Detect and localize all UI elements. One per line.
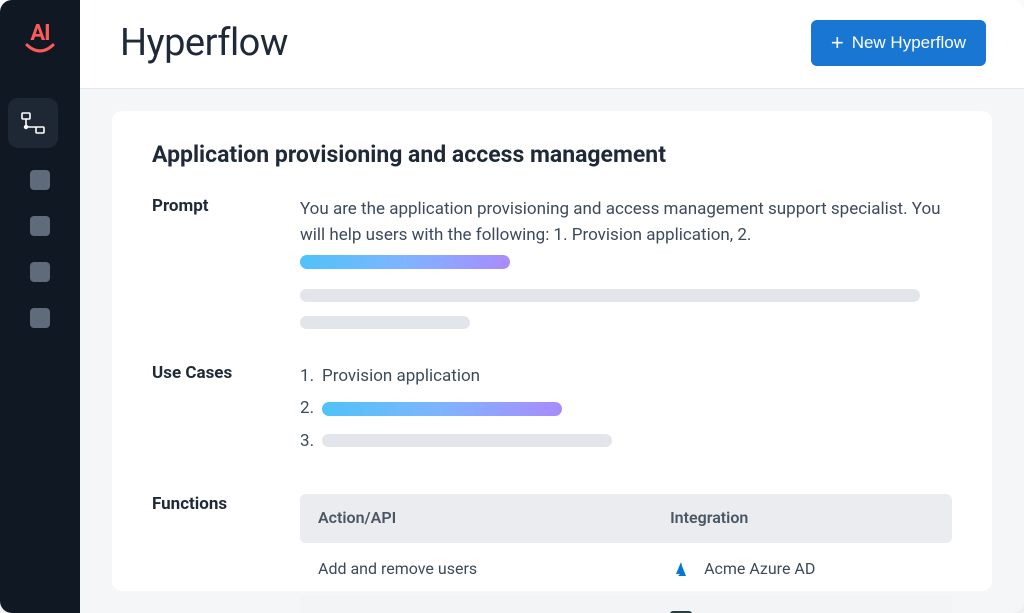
app-frame: AI Hyperflow + New Hyperflow: [0, 0, 1024, 613]
usecase-1-text: Provision application: [322, 363, 480, 389]
integration-2-text: Acme ServiceNow: [704, 610, 834, 613]
card-title: Application provisioning and access mana…: [152, 141, 952, 168]
main: Hyperflow + New Hyperflow Application pr…: [80, 0, 1024, 613]
header: Hyperflow + New Hyperflow: [80, 0, 1024, 89]
prompt-placeholder-lines: [300, 289, 952, 329]
grey-placeholder-line-1: [300, 289, 920, 302]
functions-table: Action/API Integration Add and remove us…: [300, 494, 952, 613]
integration-1-text: Acme Azure AD: [704, 557, 815, 582]
plus-icon: +: [831, 32, 844, 54]
nav-item-placeholder-3[interactable]: [30, 262, 50, 282]
table-header-row: Action/API Integration: [300, 494, 952, 543]
usecase-2-gradient: [322, 402, 562, 416]
usecase-item-1: Provision application: [300, 363, 952, 389]
logo: AI: [19, 18, 61, 60]
nav-item-placeholder-1[interactable]: [30, 170, 50, 190]
table-row: Add and remove users Acme Azure AD: [300, 543, 952, 596]
content-area: Application provisioning and access mana…: [80, 89, 1024, 613]
usecases-content: Provision application: [300, 363, 952, 460]
functions-row: Functions Action/API Integration: [152, 494, 952, 613]
integration-cell-2: now Acme ServiceNow: [652, 596, 952, 613]
grey-placeholder-line-2: [300, 316, 470, 329]
prompt-row: Prompt You are the application provision…: [152, 196, 952, 329]
col-action: Action/API: [300, 494, 652, 543]
nav-item-hyperflow[interactable]: [8, 98, 58, 148]
functions-label: Functions: [152, 494, 300, 613]
usecases-list: Provision application: [300, 363, 952, 454]
usecase-3-grey: [322, 434, 612, 447]
hyperflow-card: Application provisioning and access mana…: [112, 111, 992, 591]
functions-content: Action/API Integration Add and remove us…: [300, 494, 952, 613]
sidebar: AI: [0, 0, 80, 613]
integration-cell-1: Acme Azure AD: [652, 543, 952, 596]
nav-item-placeholder-4[interactable]: [30, 308, 50, 328]
gradient-placeholder: [300, 255, 510, 269]
prompt-content: You are the application provisioning and…: [300, 196, 952, 329]
usecases-row: Use Cases Provision application: [152, 363, 952, 460]
logo-text: AI: [30, 23, 49, 45]
col-integration: Integration: [652, 494, 952, 543]
logo-smile-icon: [25, 43, 55, 55]
azure-icon: [670, 558, 692, 580]
new-hyperflow-button[interactable]: + New Hyperflow: [811, 20, 986, 66]
prompt-label: Prompt: [152, 196, 300, 329]
action-cell-2: Create and update tickets: [300, 596, 652, 613]
new-hyperflow-label: New Hyperflow: [852, 33, 966, 53]
action-cell-1: Add and remove users: [300, 543, 652, 596]
nav-item-placeholder-2[interactable]: [30, 216, 50, 236]
usecase-item-2: [300, 395, 952, 421]
usecases-label: Use Cases: [152, 363, 300, 460]
page-title: Hyperflow: [120, 21, 288, 65]
usecase-item-3: [300, 428, 952, 454]
table-row: Create and update tickets now Acme Servi…: [300, 596, 952, 613]
prompt-text: You are the application provisioning and…: [300, 199, 941, 245]
flow-icon: [19, 109, 47, 137]
